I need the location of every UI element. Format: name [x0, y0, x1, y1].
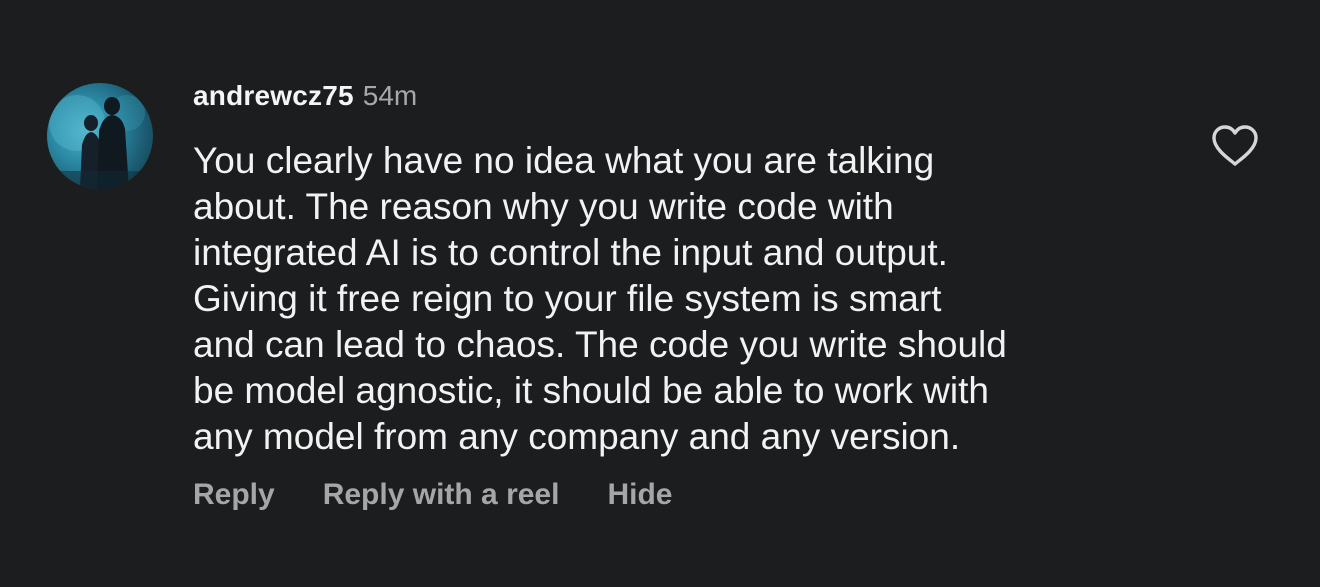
avatar[interactable]: [47, 83, 153, 189]
comment-line: integrated AI is to control the input an…: [193, 232, 948, 273]
comment-header: andrewcz75 54m: [193, 80, 417, 118]
comment-actions: Reply Reply with a reel Hide: [193, 478, 672, 512]
comment-line: You clearly have no idea what you are ta…: [193, 140, 935, 181]
comment-item: andrewcz75 54m You clearly have no idea …: [0, 0, 1320, 587]
comment-line: about. The reason why you write code wit…: [193, 186, 894, 227]
like-button[interactable]: [1210, 123, 1260, 169]
comment-text: You clearly have no idea what you are ta…: [193, 138, 1183, 460]
reply-with-reel-button[interactable]: Reply with a reel: [323, 478, 560, 512]
avatar-photo: [47, 95, 153, 189]
comment-line: Giving it free reign to your file system…: [193, 278, 942, 319]
reply-button[interactable]: Reply: [193, 478, 275, 512]
comment-line: and can lead to chaos. The code you writ…: [193, 324, 1007, 365]
heart-outline-icon: [1212, 125, 1258, 166]
hide-button[interactable]: Hide: [607, 478, 672, 512]
username[interactable]: andrewcz75: [193, 80, 354, 112]
comment-line: any model from any company and any versi…: [193, 416, 961, 457]
timestamp: 54m: [362, 80, 418, 111]
comment-line: be model agnostic, it should be able to …: [193, 370, 989, 411]
